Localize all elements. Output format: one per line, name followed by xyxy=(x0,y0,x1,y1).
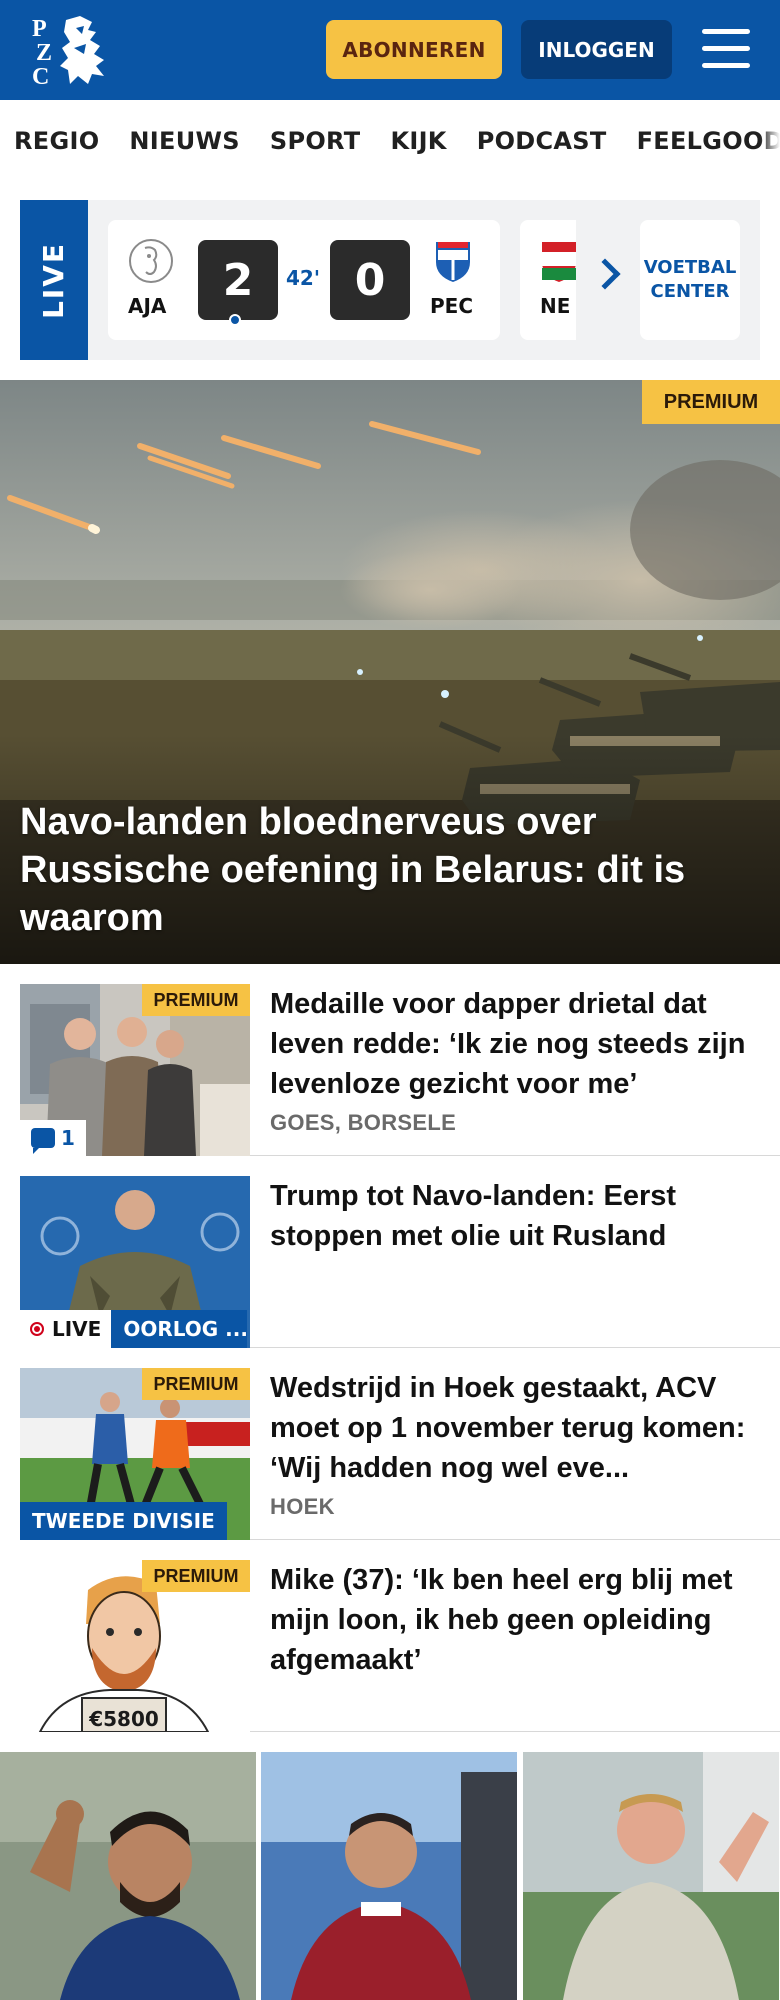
next-match-card[interactable]: NE xyxy=(520,220,576,340)
featured-photo-strip[interactable] xyxy=(0,1752,780,2000)
nav-item-nieuws[interactable]: NIEUWS xyxy=(129,127,239,155)
away-team-code: PEC xyxy=(430,294,473,318)
logo-letter-z: Z xyxy=(36,40,52,66)
voetbal-center-label-2: CENTER xyxy=(650,281,730,302)
top-bar: P Z C ABONNEREN INLOGGEN xyxy=(0,0,780,100)
featured-photo-3[interactable] xyxy=(522,1752,780,2000)
subscribe-button[interactable]: ABONNEREN xyxy=(326,20,502,79)
article-thumbnail: PREMIUM 1 xyxy=(20,984,250,1156)
live-dot-icon xyxy=(30,1322,44,1336)
article-title[interactable]: Medaille voor dapper drietal dat leven r… xyxy=(270,984,760,1104)
comment-icon xyxy=(31,1128,56,1154)
premium-badge: PREMIUM xyxy=(642,380,780,424)
goal-indicator-dot xyxy=(229,314,241,326)
category-badge: TWEEDE DIVISIE xyxy=(20,1502,227,1540)
article-thumbnail: €5800 PREMIUM xyxy=(20,1560,250,1732)
voetbal-center-label-1: VOETBAL xyxy=(643,257,737,278)
pzc-logo[interactable]: P Z C xyxy=(30,14,114,86)
next-match-team-code: NE xyxy=(540,294,571,318)
article-divider xyxy=(250,1347,780,1348)
premium-badge: PREMIUM xyxy=(142,984,250,1016)
comment-count-badge[interactable]: 1 xyxy=(20,1120,86,1156)
article-card[interactable]: LIVE OORLOG ... Trump tot Navo-landen: E… xyxy=(20,1176,780,1348)
pec-zwolle-crest-icon xyxy=(436,242,470,282)
live-scores-strip: LIVE AJA 2 42' 0 PEC NE VOETBAL CENTER xyxy=(0,200,780,360)
featured-photo-1[interactable] xyxy=(0,1752,257,2000)
article-title[interactable]: Wedstrijd in Hoek gestaakt, ACV moet op … xyxy=(270,1368,760,1488)
nav-item-podcast[interactable]: PODCAST xyxy=(477,127,607,155)
away-score: 0 xyxy=(330,240,410,320)
article-thumbnail: LIVE OORLOG ... xyxy=(20,1176,250,1348)
article-location: HOEK xyxy=(270,1494,335,1519)
premium-badge: PREMIUM xyxy=(142,1560,250,1592)
menu-icon[interactable] xyxy=(702,29,750,69)
article-divider xyxy=(250,1731,780,1732)
nav-item-feelgood[interactable]: FEELGOOD xyxy=(637,127,780,155)
article-card[interactable]: PREMIUM 1 Medaille voor dapper drietal d… xyxy=(20,984,780,1156)
home-team-code: AJA xyxy=(128,294,167,318)
featured-photo-2[interactable] xyxy=(261,1752,518,2000)
nav-item-regio[interactable]: REGIO xyxy=(14,127,99,155)
section-nav: REGIO NIEUWS SPORT KIJK PODCAST FEELGOOD xyxy=(0,100,780,182)
article-location: GOES, BORSELE xyxy=(270,1110,457,1135)
article-card[interactable]: PREMIUM TWEEDE DIVISIE Wedstrijd in Hoek… xyxy=(20,1368,780,1540)
live-badge-label: LIVE xyxy=(52,1317,102,1341)
live-category-badge: LIVE OORLOG ... xyxy=(20,1310,248,1348)
match-minute: 42' xyxy=(286,266,320,290)
article-thumbnail: PREMIUM TWEEDE DIVISIE xyxy=(20,1368,250,1540)
nec-crest-icon xyxy=(542,242,576,282)
live-badge: LIVE xyxy=(20,1310,112,1348)
voetbal-center-button[interactable]: VOETBAL CENTER xyxy=(640,220,740,340)
article-divider xyxy=(250,1155,780,1156)
ajax-crest-icon xyxy=(129,239,173,283)
logo-letter-c: C xyxy=(32,64,49,86)
article-title[interactable]: Trump tot Navo-landen: Eerst stoppen met… xyxy=(270,1176,760,1256)
comment-count: 1 xyxy=(61,1126,75,1150)
article-card[interactable]: €5800 PREMIUM Mike (37): ‘Ik ben heel er… xyxy=(20,1560,780,1732)
article-divider xyxy=(250,1539,780,1540)
hero-article[interactable]: PREMIUM Navo-landen bloednerveus over Ru… xyxy=(0,380,780,964)
logo-letter-p: P xyxy=(32,16,47,42)
live-match-card[interactable]: AJA 2 42' 0 PEC xyxy=(108,220,500,340)
nav-item-kijk[interactable]: KIJK xyxy=(390,127,446,155)
category-badge: OORLOG ... xyxy=(111,1310,248,1348)
nav-scroll-fade xyxy=(760,100,780,182)
live-label: LIVE xyxy=(20,200,88,360)
nav-item-sport[interactable]: SPORT xyxy=(270,127,361,155)
price-sign-text: €5800 xyxy=(88,1707,159,1731)
premium-badge: PREMIUM xyxy=(142,1368,250,1400)
article-title[interactable]: Mike (37): ‘Ik ben heel erg blij met mij… xyxy=(270,1560,760,1680)
hero-title[interactable]: Navo-landen bloednerveus over Russische … xyxy=(20,798,720,942)
login-button[interactable]: INLOGGEN xyxy=(521,20,672,79)
home-score: 2 xyxy=(198,240,278,320)
